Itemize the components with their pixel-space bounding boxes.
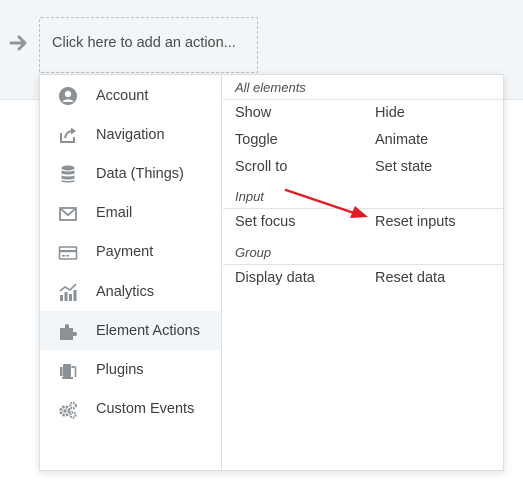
action-menu: Account Navigation Data (Things) Email P… (39, 74, 504, 471)
category-email[interactable]: Email (40, 194, 221, 233)
category-label: Navigation (96, 126, 165, 143)
annotation-arrow-icon (284, 188, 368, 218)
group-header-group: Group (223, 240, 503, 265)
category-custom-events[interactable]: Custom Events (40, 390, 221, 429)
action-scroll-to[interactable]: Scroll to (223, 159, 363, 175)
action-reset-data[interactable]: Reset data (363, 270, 503, 286)
puzzle-icon (60, 324, 77, 341)
category-label: Plugins (96, 361, 144, 378)
action-set-state[interactable]: Set state (363, 159, 503, 175)
category-list: Account Navigation Data (Things) Email P… (40, 75, 222, 470)
group-header-all-elements: All elements (223, 75, 503, 100)
category-label: Account (96, 87, 149, 104)
action-toggle[interactable]: Toggle (223, 132, 363, 148)
category-element-actions[interactable]: Element Actions (40, 311, 221, 351)
credit-card-icon (58, 245, 78, 260)
category-account[interactable]: Account (40, 76, 221, 115)
gears-icon (59, 401, 77, 419)
account-icon (59, 87, 77, 105)
plugin-icon (60, 364, 77, 380)
action-show[interactable]: Show (223, 105, 363, 121)
category-label: Analytics (96, 283, 155, 300)
category-navigation[interactable]: Navigation (40, 115, 221, 154)
action-display-data[interactable]: Display data (223, 270, 363, 286)
action-reset-inputs[interactable]: Reset inputs (363, 214, 503, 230)
category-data-things[interactable]: Data (Things) (40, 154, 221, 193)
arrow-right-icon (9, 35, 27, 51)
add-action-button[interactable]: Click here to add an action... (39, 17, 258, 73)
category-label: Element Actions (96, 322, 200, 339)
database-icon (61, 165, 75, 183)
action-list: All elements Show Hide Toggle Animate Sc… (223, 75, 503, 291)
category-label: Email (96, 205, 133, 222)
email-icon (59, 206, 77, 221)
action-animate[interactable]: Animate (363, 132, 503, 148)
category-analytics[interactable]: Analytics (40, 272, 221, 311)
category-label: Payment (96, 244, 154, 261)
category-payment[interactable]: Payment (40, 233, 221, 272)
analytics-icon (59, 283, 77, 301)
category-label: Custom Events (96, 401, 195, 418)
category-label: Data (Things) (96, 165, 184, 182)
category-plugins[interactable]: Plugins (40, 350, 221, 389)
navigation-icon (60, 127, 76, 144)
action-hide[interactable]: Hide (363, 105, 503, 121)
